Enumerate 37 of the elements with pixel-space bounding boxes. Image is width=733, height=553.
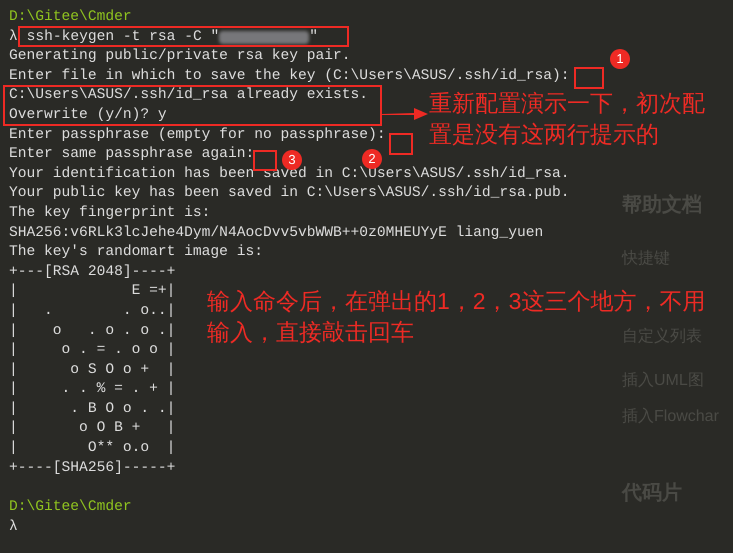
- step-badge: 1: [610, 49, 630, 69]
- annotation-text: 重新配置演示一下，初次配: [429, 89, 705, 118]
- randomart-line: | E =+|: [9, 282, 176, 302]
- prompt-symbol: λ: [9, 30, 18, 45]
- output-line: The key fingerprint is:: [9, 204, 210, 223]
- highlight-frame: [389, 133, 413, 155]
- randomart-line: | . B O o . .|: [9, 400, 176, 419]
- command-text: ": [309, 30, 318, 45]
- output-line: Enter passphrase (empty for no passphrase):: [9, 126, 386, 145]
- output-line: Overwrite (y/n)? y: [9, 106, 167, 125]
- randomart-line: | o . o . o .|: [9, 322, 176, 340]
- randomart-line: | . . % = . + |: [9, 380, 176, 400]
- output-line: Enter file in which to save the key (C:\Users\ASUS/.ssh/id_rsa):: [9, 66, 570, 86]
- arrow-icon: [382, 107, 428, 121]
- output-line: Generating public/private rsa key pair.: [9, 47, 351, 66]
- randomart-line: +----[SHA256]-----+: [9, 458, 176, 478]
- randomart-line: | O** o.o |: [9, 439, 176, 458]
- randomart-line: | o S O o + |: [9, 360, 176, 380]
- command-text: ssh-keygen -t rsa -C ": [26, 30, 220, 45]
- randomart-line: | o . = . o o |: [9, 341, 176, 360]
- randomart-line: +---[RSA 2048]----+: [9, 262, 176, 282]
- step-badge: 2: [362, 149, 382, 169]
- randomart-line: | o O B + |: [9, 419, 176, 438]
- prompt-symbol: λ: [9, 520, 18, 535]
- output-line: The key's randomart image is:: [9, 243, 263, 262]
- annotation-text: 输入，直接敲击回车: [207, 318, 414, 347]
- prompt-path: D:\Gitee\Cmder: [9, 498, 132, 517]
- randomart-line: | . . o..|: [9, 302, 176, 321]
- output-line: Your public key has been saved in C:\Users\ASUS/.ssh/id_rsa.pub.: [9, 184, 570, 204]
- output-line: SHA256:v6RLk3lcJehe4Dym/N4AocDvv5vbWWB++0z0MHEUYyE liang_yuen: [9, 224, 544, 243]
- output-line: Enter same passphrase again:: [9, 145, 254, 164]
- annotation-text: 置是没有这两行提示的: [429, 120, 659, 149]
- annotation-text: 输入命令后，在弹出的1，2，3这三个地方，不用: [207, 287, 706, 316]
- step-badge: 3: [282, 150, 302, 170]
- prompt-path: D:\Gitee\Cmder: [9, 8, 132, 27]
- highlight-frame: [574, 67, 604, 89]
- output-line: C:\Users\ASUS/.ssh/id_rsa already exists.: [9, 86, 368, 106]
